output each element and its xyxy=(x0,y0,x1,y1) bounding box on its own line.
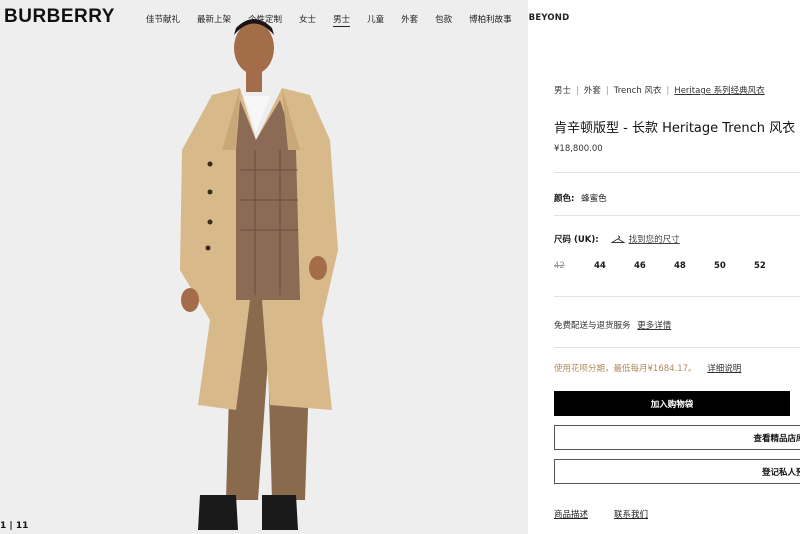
site-header: BURBERRY 佳节献礼 最新上架 个性定制 女士 男士 儿童 外套 包款 博… xyxy=(0,0,800,38)
appointment-button[interactable]: 登记私人预约 xyxy=(554,459,800,484)
product-image-panel[interactable]: 1 | 11 xyxy=(0,0,528,534)
size-selector: 42 44 46 48 50 52 xyxy=(554,261,794,271)
color-value: 蜂蜜色 xyxy=(581,194,607,204)
breadcrumb-item-trench[interactable]: Trench 风衣 xyxy=(614,86,662,96)
nav-item-personalisation[interactable]: 个性定制 xyxy=(248,13,282,27)
brand-logo[interactable]: BURBERRY xyxy=(4,6,115,28)
breadcrumb-item-outerwear[interactable]: 外套 xyxy=(584,86,601,96)
divider xyxy=(554,347,800,348)
color-row: 颜色: 蜂蜜色 xyxy=(554,192,607,204)
product-description-link[interactable]: 商品描述 xyxy=(554,508,588,520)
nav-item-gifts[interactable]: 佳节献礼 xyxy=(146,13,180,27)
installment-details-link[interactable]: 详细说明 xyxy=(707,364,741,374)
shipping-text: 免费配送与退货服务 xyxy=(554,321,631,331)
breadcrumb: 男士 | 外套 | Trench 风衣 | Heritage 系列经典风衣 xyxy=(554,86,765,96)
nav-item-new-arrivals[interactable]: 最新上架 xyxy=(197,13,231,27)
nav-item-children[interactable]: 儿童 xyxy=(367,13,384,27)
breadcrumb-item-heritage[interactable]: Heritage 系列经典风衣 xyxy=(674,86,764,96)
size-option-50[interactable]: 50 xyxy=(714,261,754,271)
nav-item-women[interactable]: 女士 xyxy=(299,13,316,27)
divider xyxy=(554,215,800,216)
nav-item-beyond[interactable]: BEYOND xyxy=(529,13,570,27)
nav-item-bags[interactable]: 包款 xyxy=(435,13,452,27)
size-guide-label[interactable]: 找到您的尺寸 xyxy=(629,233,680,245)
size-option-52[interactable]: 52 xyxy=(754,261,794,271)
appointment-label: 登记私人预约 xyxy=(761,466,800,477)
size-option-44[interactable]: 44 xyxy=(594,261,634,271)
size-option-42[interactable]: 42 xyxy=(554,261,594,271)
product-price: ¥18,800.00 xyxy=(554,144,603,154)
size-row: 尺码 (UK): 找到您的尺寸 xyxy=(554,233,680,245)
color-label: 颜色: xyxy=(554,194,575,204)
product-title: 肯辛顿版型 - 长款 Heritage Trench 风衣 xyxy=(554,121,796,136)
nav-item-stories[interactable]: 博柏利故事 xyxy=(469,13,512,27)
store-availability-label: 查看精品店库存 xyxy=(753,432,800,443)
divider xyxy=(554,296,800,297)
installment-info: 使用花呗分期，最低每月¥1684.17。 详细说明 xyxy=(554,362,741,374)
nav-item-men[interactable]: 男士 xyxy=(333,13,351,27)
nav-item-outerwear[interactable]: 外套 xyxy=(401,13,418,27)
hanger-icon xyxy=(610,235,625,243)
divider xyxy=(554,172,800,173)
shipping-info: 免费配送与退货服务 更多详情 xyxy=(554,319,671,331)
gallery-pager[interactable]: 1 | 11 xyxy=(0,521,28,531)
size-label: 尺码 (UK): xyxy=(554,235,599,245)
model-photo xyxy=(0,0,528,534)
breadcrumb-item-men[interactable]: 男士 xyxy=(554,86,571,96)
installment-text: 使用花呗分期，最低每月¥1684.17。 xyxy=(554,364,697,374)
footer-links: 商品描述 联系我们 xyxy=(554,508,648,520)
size-option-46[interactable]: 46 xyxy=(634,261,674,271)
product-details-panel: 男士 | 外套 | Trench 风衣 | Heritage 系列经典风衣 肯辛顿版型 - … xyxy=(528,0,800,534)
main-nav: 佳节献礼 最新上架 个性定制 女士 男士 儿童 外套 包款 博柏利故事 BEYO… xyxy=(146,13,586,27)
shipping-details-link[interactable]: 更多详情 xyxy=(637,321,671,331)
size-guide-link[interactable]: 找到您的尺寸 xyxy=(610,233,680,245)
size-option-48[interactable]: 48 xyxy=(674,261,714,271)
contact-us-link[interactable]: 联系我们 xyxy=(614,508,648,520)
add-to-bag-button[interactable]: 加入购物袋 xyxy=(554,391,790,416)
store-availability-button[interactable]: 查看精品店库存 xyxy=(554,425,800,450)
